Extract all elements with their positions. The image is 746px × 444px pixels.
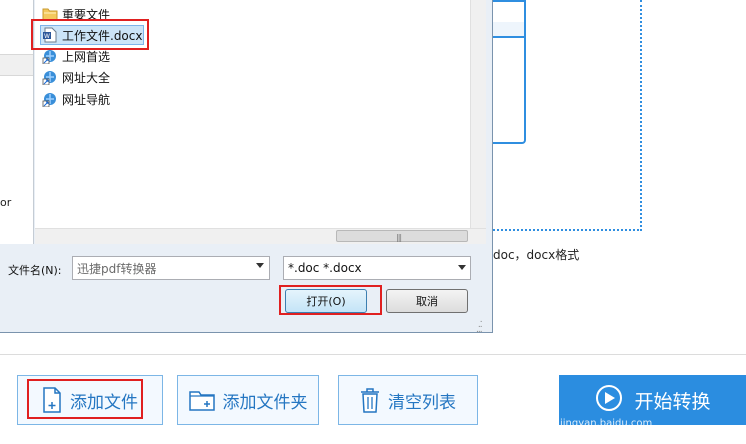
filename-input[interactable]: 迅捷pdf转换器 xyxy=(72,256,270,280)
add-folder-label: 添加文件夹 xyxy=(222,392,308,413)
horizontal-scrollbar-thumb[interactable] xyxy=(336,230,468,242)
list-item-label: 上网首选 xyxy=(62,49,111,64)
navigation-pane-text: or xyxy=(0,196,12,209)
filename-value: 迅捷pdf转换器 xyxy=(77,261,157,276)
chevron-down-icon[interactable] xyxy=(458,265,466,270)
list-item[interactable]: 网址大全 xyxy=(42,67,110,87)
ie-shortcut-icon xyxy=(42,69,58,86)
highlight-box xyxy=(279,285,382,315)
resize-grip-icon[interactable]: . ..... xyxy=(476,316,483,335)
highlight-box xyxy=(31,19,149,50)
list-item-label: 网址大全 xyxy=(62,70,111,85)
format-hint: doc，docx格式 xyxy=(493,248,580,262)
convert-label: 开始转换 xyxy=(634,390,711,413)
cancel-button-label: 取消 xyxy=(416,295,438,308)
clear-list-button[interactable]: 清空列表 xyxy=(338,375,478,425)
scrollbar-grip-icon: ||| xyxy=(396,233,402,242)
filename-label: 文件名(N): xyxy=(8,264,62,277)
clear-list-label: 清空列表 xyxy=(388,392,456,413)
trash-icon xyxy=(360,387,380,413)
list-item-label: 网址导航 xyxy=(62,92,111,107)
navigation-pane-selected-row[interactable] xyxy=(0,54,33,76)
list-item[interactable]: 网址导航 xyxy=(42,89,110,109)
file-type-select[interactable]: *.doc *.docx xyxy=(283,256,471,280)
toolbar-divider xyxy=(0,354,746,355)
file-type-value: *.doc *.docx xyxy=(288,261,362,275)
ie-shortcut-icon xyxy=(42,91,58,108)
cancel-button[interactable]: 取消 xyxy=(386,289,468,313)
convert-icon xyxy=(594,383,624,418)
watermark-text: jingyan.baidu.com xyxy=(560,418,653,429)
ie-shortcut-icon xyxy=(42,48,58,65)
vertical-scrollbar[interactable] xyxy=(470,0,486,228)
add-folder-icon xyxy=(188,389,215,411)
highlight-box xyxy=(27,379,143,419)
add-folder-button[interactable]: 添加文件夹 xyxy=(177,375,319,425)
chevron-down-icon[interactable] xyxy=(256,263,264,268)
